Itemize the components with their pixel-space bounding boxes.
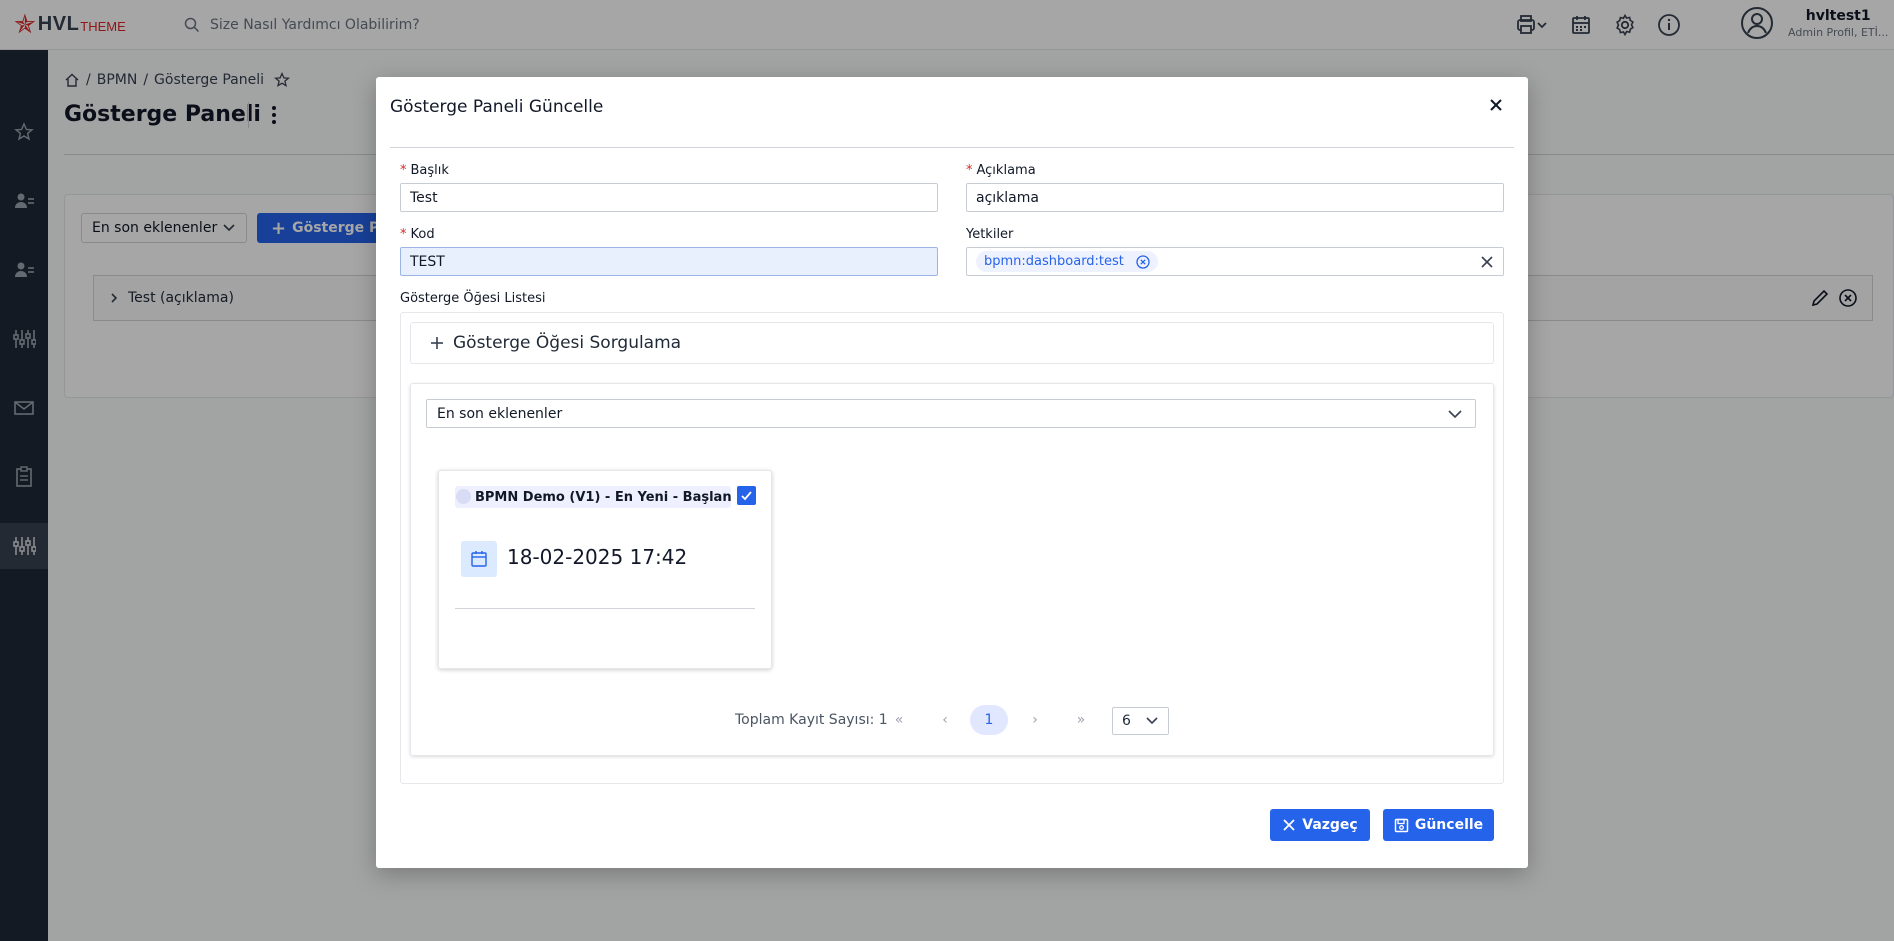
cancel-button-label: Vazgeç bbox=[1302, 817, 1358, 833]
update-dashboard-dialog: Gösterge Paneli Güncelle * Başlık Test * A… bbox=[376, 77, 1528, 868]
query-accordion[interactable]: Gösterge Öğesi Sorgulama bbox=[410, 322, 1494, 364]
check-icon bbox=[741, 491, 752, 501]
next-page-button[interactable]: › bbox=[1020, 705, 1050, 735]
plus-icon bbox=[431, 337, 443, 349]
page-1-button[interactable]: 1 bbox=[970, 705, 1008, 735]
first-page-button[interactable]: « bbox=[884, 705, 914, 735]
permission-chip: bpmn:dashboard:test bbox=[976, 251, 1158, 272]
item-date: 18-02-2025 17:42 bbox=[507, 545, 688, 569]
close-icon[interactable] bbox=[1484, 93, 1508, 117]
total-records: Toplam Kayıt Sayısı: 1 bbox=[735, 712, 888, 728]
dialog-title: Gösterge Paneli Güncelle bbox=[390, 97, 604, 117]
aciklama-label: * Açıklama bbox=[966, 163, 1036, 178]
chevron-down-icon bbox=[1448, 410, 1462, 419]
kod-input[interactable]: TEST bbox=[400, 247, 938, 276]
remove-chip-icon[interactable] bbox=[1136, 254, 1150, 269]
page-size-value: 6 bbox=[1122, 713, 1131, 729]
calendar-icon bbox=[461, 541, 497, 577]
aciklama-input[interactable]: açıklama bbox=[966, 183, 1504, 212]
permission-chip-label: bpmn:dashboard:test bbox=[984, 254, 1124, 269]
item-checkbox[interactable] bbox=[737, 486, 756, 505]
save-icon bbox=[1394, 818, 1409, 832]
update-button[interactable]: Güncelle bbox=[1383, 809, 1494, 841]
dashboard-item-card[interactable]: BPMN Demo (V1) - En Yeni - Başlangıç ...… bbox=[438, 470, 772, 669]
page-size-select[interactable]: 6 bbox=[1112, 707, 1169, 735]
list-label: Gösterge Öğesi Listesi bbox=[400, 291, 546, 306]
dialog-divider bbox=[390, 147, 1514, 148]
clear-icon[interactable] bbox=[1480, 255, 1494, 273]
yetkiler-label: Yetkiler bbox=[966, 227, 1014, 242]
baslik-input[interactable]: Test bbox=[400, 183, 938, 212]
close-icon bbox=[1283, 819, 1295, 831]
paginator: Toplam Kayıt Sayısı: 1 « ‹ 1 › » 6 bbox=[376, 705, 1528, 735]
item-title: BPMN Demo (V1) - En Yeni - Başlangıç ... bbox=[455, 486, 731, 508]
item-divider bbox=[455, 608, 755, 609]
sort-select[interactable]: En son eklenenler bbox=[426, 399, 1476, 428]
prev-page-button[interactable]: ‹ bbox=[930, 705, 960, 735]
chevron-down-icon bbox=[1146, 717, 1158, 725]
kod-label: * Kod bbox=[400, 227, 435, 242]
yetkiler-multiselect[interactable]: bpmn:dashboard:test bbox=[966, 247, 1504, 276]
baslik-label: * Başlık bbox=[400, 163, 449, 178]
last-page-button[interactable]: » bbox=[1066, 705, 1096, 735]
sort-select-value: En son eklenenler bbox=[437, 405, 563, 422]
cancel-button[interactable]: Vazgeç bbox=[1270, 809, 1370, 841]
query-accordion-label: Gösterge Öğesi Sorgulama bbox=[453, 333, 682, 353]
item-status-dot bbox=[456, 489, 471, 504]
update-button-label: Güncelle bbox=[1414, 817, 1484, 833]
